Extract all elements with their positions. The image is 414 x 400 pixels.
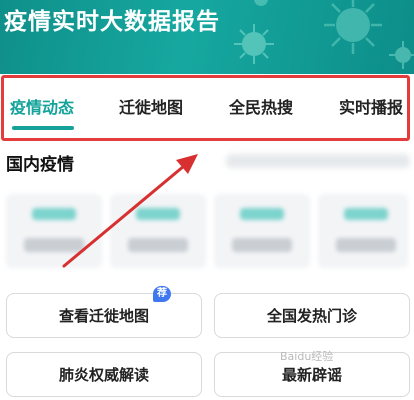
- virus-icon: [324, 0, 382, 54]
- view-migration-map-button[interactable]: 查看迁徙地图 荐: [6, 286, 202, 338]
- stat-card: [318, 194, 408, 268]
- fever-clinic-button[interactable]: 全国发热门诊: [214, 293, 410, 338]
- stat-card: [214, 194, 310, 268]
- watermark: Baidu经验: [280, 350, 334, 363]
- section-title: 国内疫情: [6, 155, 74, 175]
- tab-live-broadcast[interactable]: 实时播报: [339, 94, 403, 118]
- virus-icon: [389, 41, 414, 69]
- button-label: 全国发热门诊: [266, 307, 357, 325]
- virus-icon: [254, 0, 268, 6]
- button-label: 肺炎权威解读: [58, 366, 149, 384]
- tab-bar: 疫情动态 迁徙地图 全民热搜 实时播报: [0, 74, 414, 142]
- tab-hot-search[interactable]: 全民热搜: [229, 94, 293, 118]
- tab-migration-map[interactable]: 迁徙地图: [119, 94, 183, 118]
- virus-icon: [234, 24, 274, 64]
- active-tab-indicator: [12, 126, 74, 130]
- tab-epidemic-news[interactable]: 疫情动态: [10, 94, 74, 118]
- button-label: 查看迁徙地图: [58, 307, 149, 325]
- recommend-badge: 荐: [153, 286, 171, 302]
- stat-card: [110, 194, 206, 268]
- stat-card: [6, 194, 102, 268]
- button-label: 最新辟谣: [281, 366, 342, 384]
- header-banner: 疫情实时大数据报告: [0, 0, 414, 74]
- pneumonia-explain-button[interactable]: 肺炎权威解读: [6, 352, 202, 397]
- update-time-blurred: [226, 154, 410, 168]
- page-title: 疫情实时大数据报告: [4, 9, 220, 35]
